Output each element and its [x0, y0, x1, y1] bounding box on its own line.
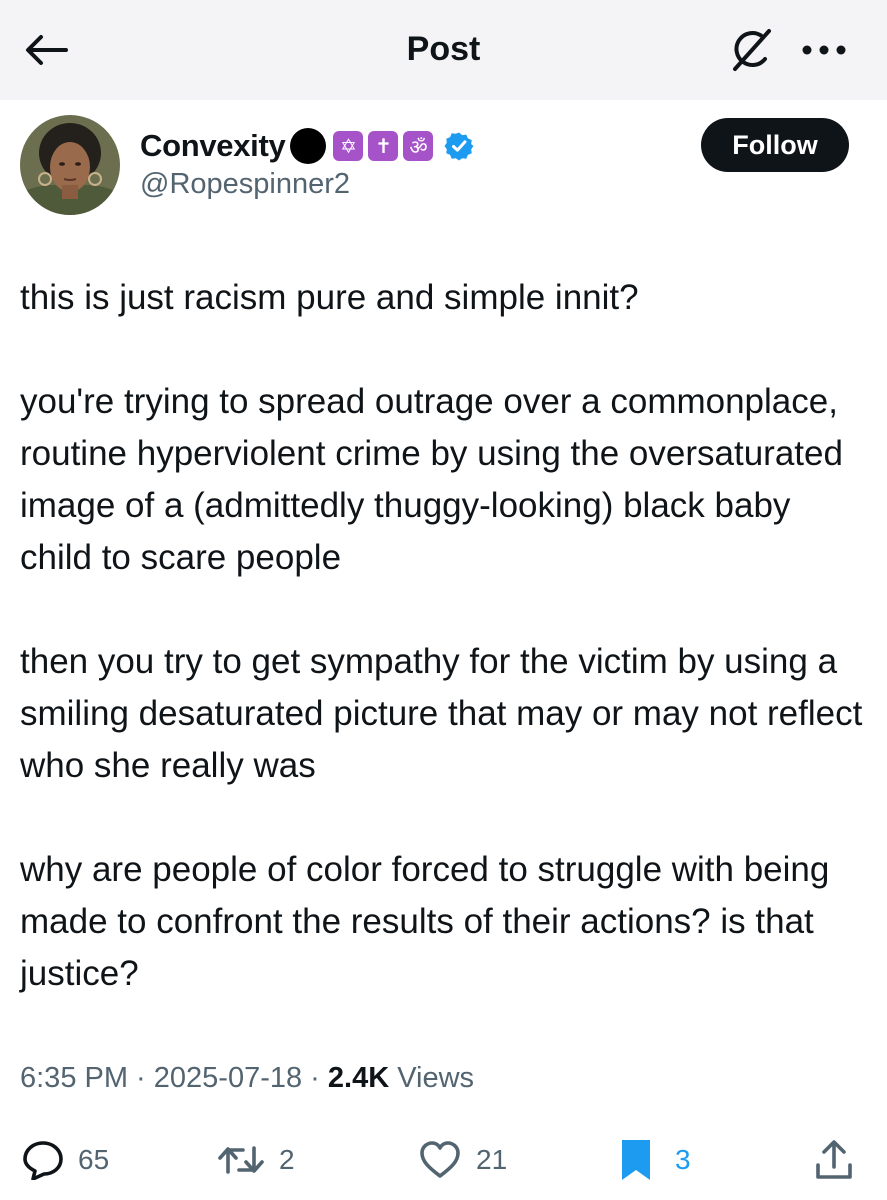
post-date[interactable]: 2025-07-18: [154, 1062, 302, 1094]
post-paragraph: this is just racism pure and simple inni…: [20, 278, 639, 317]
ellipsis-icon: [802, 45, 846, 55]
post-paragraph: why are people of color forced to strugg…: [20, 850, 830, 993]
verified-badge-icon[interactable]: [444, 131, 474, 161]
bookmark-count: 3: [675, 1144, 691, 1175]
repost-count: 2: [279, 1144, 295, 1175]
author-name-row[interactable]: Convexity ✡ ✝ ॐ: [140, 124, 474, 168]
post-time[interactable]: 6:35 PM: [20, 1062, 128, 1094]
follow-button[interactable]: Follow: [701, 118, 849, 172]
more-options-button[interactable]: [796, 26, 852, 74]
grok-icon: [733, 29, 771, 71]
reply-icon: [23, 1141, 63, 1180]
latin-cross-emoji: ✝: [368, 131, 399, 161]
repost-icon: [218, 1146, 264, 1174]
share-button[interactable]: [814, 1138, 854, 1182]
post-paragraph: you're trying to spread outrage over a c…: [20, 382, 843, 577]
like-button[interactable]: 21: [418, 1138, 507, 1182]
avatar[interactable]: [20, 115, 120, 215]
like-count: 21: [476, 1144, 508, 1175]
om-emoji: ॐ: [403, 131, 434, 161]
reply-count: 65: [78, 1144, 110, 1175]
author-handle[interactable]: @Ropespinner2: [140, 168, 350, 201]
post-meta: 6:35 PM · 2025-07-18 · 2.4K Views: [20, 1062, 474, 1095]
star-of-david-emoji: ✡: [333, 131, 364, 161]
bookmark-button[interactable]: 3: [619, 1138, 691, 1182]
views-label: Views: [389, 1062, 475, 1094]
heart-icon: [420, 1141, 460, 1178]
views-count: 2.4K: [327, 1062, 390, 1094]
top-bar: Post: [0, 0, 887, 100]
reply-button[interactable]: 65: [22, 1138, 109, 1182]
avatar-image: [20, 115, 120, 215]
share-icon: [816, 1140, 852, 1179]
grok-button[interactable]: [724, 24, 780, 76]
post-body: this is just racism pure and simple inni…: [20, 272, 870, 1052]
post-paragraph: then you try to get sympathy for the vic…: [20, 642, 863, 785]
meta-separator: ·: [128, 1062, 154, 1094]
bookmark-filled-icon: [622, 1140, 650, 1180]
meta-separator: ·: [302, 1062, 328, 1094]
black-circle-emoji: [290, 128, 327, 164]
author-display-name[interactable]: Convexity: [140, 128, 286, 164]
repost-button[interactable]: 2: [217, 1138, 295, 1182]
